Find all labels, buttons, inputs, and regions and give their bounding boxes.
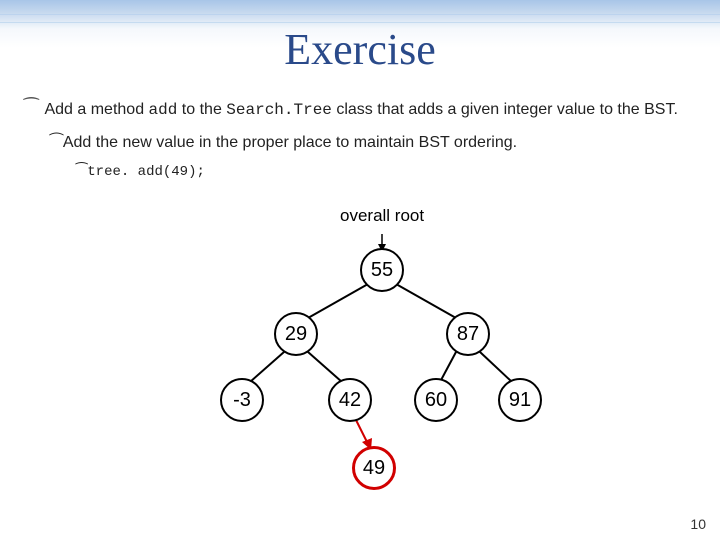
- tree-node-neg3: -3: [220, 378, 264, 422]
- overall-root-label: overall root: [340, 206, 424, 226]
- tree-node-42: 42: [328, 378, 372, 422]
- bullet-1-code-2: Search.Tree: [226, 101, 332, 119]
- bullet-1-text-b: to the: [177, 101, 226, 118]
- bullet-3: ⁀tree. add(49);: [76, 161, 696, 182]
- tree-node-60: 60: [414, 378, 458, 422]
- bullet-1-code-1: add: [149, 101, 178, 119]
- slide-title: Exercise: [0, 24, 720, 75]
- bullet-1-text-c: class that adds a given integer value to…: [332, 101, 678, 118]
- page-number: 10: [690, 516, 706, 532]
- tree-node-49-new: 49: [352, 446, 396, 490]
- bullet-2: ⁀Add the new value in the proper place t…: [50, 132, 696, 154]
- bst-diagram: 55 29 87 -3 42 60 91 49: [150, 234, 570, 494]
- bullet-icon: ⁀: [24, 98, 38, 118]
- body-content: ⁀ Add a method add to the Search.Tree cla…: [24, 96, 696, 182]
- tree-node-29: 29: [274, 312, 318, 356]
- bullet-1: ⁀ Add a method add to the Search.Tree cla…: [24, 96, 696, 122]
- bullet-3-code: tree. add(49);: [87, 164, 205, 180]
- tree-node-91: 91: [498, 378, 542, 422]
- bullet-1-text-a: Add a method: [44, 101, 148, 118]
- tree-node-55: 55: [360, 248, 404, 292]
- bullet-icon: ⁀: [50, 134, 63, 151]
- bullet-icon: ⁀: [76, 162, 87, 178]
- tree-node-87: 87: [446, 312, 490, 356]
- bullet-2-text: Add the new value in the proper place to…: [63, 134, 517, 151]
